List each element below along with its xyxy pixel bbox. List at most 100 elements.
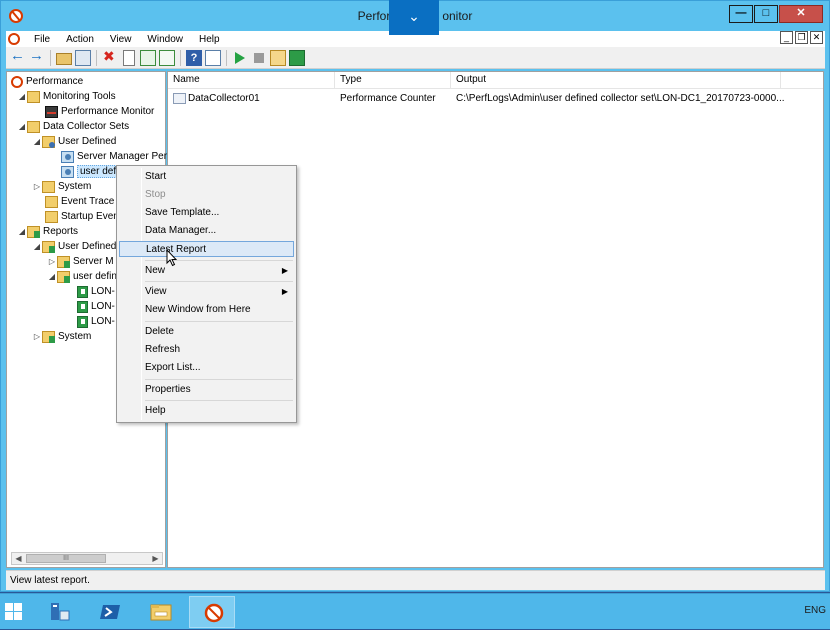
tree-item-report-lon-1[interactable]: LON-: [77, 284, 115, 299]
menu-item-help[interactable]: Help: [119, 403, 294, 419]
menu-item-refresh[interactable]: Refresh: [119, 342, 294, 358]
windows-logo-icon: [14, 612, 22, 620]
scroll-thumb[interactable]: III: [26, 554, 106, 563]
expander-icon[interactable]: ▷: [32, 332, 42, 341]
up-folder-icon[interactable]: [56, 52, 72, 65]
language-indicator[interactable]: ENG: [804, 605, 826, 616]
list-item[interactable]: DataCollector01 Performance Counter C:\P…: [168, 91, 821, 106]
menu-help[interactable]: Help: [191, 34, 228, 45]
taskbar-performance-monitor[interactable]: [189, 596, 235, 628]
scroll-right-icon[interactable]: ▶: [149, 553, 162, 564]
expander-icon[interactable]: ▷: [32, 182, 42, 191]
submenu-arrow-icon: ▶: [281, 287, 288, 296]
menu-item-stop: Stop: [145, 189, 166, 200]
tree-item-server-manager-perf[interactable]: Server Manager Per: [61, 149, 167, 164]
tree-item-performance-monitor[interactable]: Performance Monitor: [45, 104, 154, 119]
windows-logo-icon: [5, 612, 13, 620]
menu-item-properties[interactable]: Properties: [119, 382, 294, 398]
tree-item-reports-user-defined[interactable]: ◢ User Defined: [32, 239, 116, 254]
menu-item-delete[interactable]: Delete: [119, 324, 294, 340]
tree-item-label: User Defined: [58, 241, 117, 252]
start-button[interactable]: [0, 594, 32, 630]
column-header-output[interactable]: Output: [451, 72, 781, 89]
tree-item-data-collector-sets[interactable]: ◢ Data Collector Sets: [17, 119, 129, 134]
menu-item-save-template[interactable]: Save Template...: [119, 205, 294, 221]
maximize-button[interactable]: □: [754, 5, 778, 23]
menu-item-data-manager[interactable]: Data Manager...: [119, 223, 294, 239]
minimize-button[interactable]: —: [729, 5, 753, 23]
tree-item-reports-system[interactable]: ▷ System: [32, 329, 91, 344]
tree-item-report-lon-2[interactable]: LON-: [77, 299, 115, 314]
expander-icon[interactable]: ◢: [32, 242, 42, 251]
child-minimize-button[interactable]: _: [780, 31, 793, 44]
child-restore-button[interactable]: ❐: [795, 31, 808, 44]
menu-item-export-list[interactable]: Export List...: [119, 360, 294, 376]
expander-icon[interactable]: ▷: [47, 257, 57, 266]
cell-output: C:\PerfLogs\Admin\user defined collector…: [456, 93, 785, 104]
tree-item-label: System: [58, 331, 92, 342]
menu-window[interactable]: Window: [139, 34, 191, 45]
schedule-icon[interactable]: [270, 49, 286, 66]
expander-icon[interactable]: ◢: [17, 227, 27, 236]
menu-action[interactable]: Action: [58, 34, 102, 45]
folder-icon: [42, 180, 55, 193]
menu-item-view[interactable]: View ▶: [119, 284, 294, 300]
tree-item-event-trace-sessions[interactable]: Event Trace S: [45, 194, 124, 209]
tree-item-performance[interactable]: Performance: [11, 74, 83, 89]
show-hide-tree-icon[interactable]: [75, 49, 91, 66]
scroll-left-icon[interactable]: ◀: [12, 553, 25, 564]
menu-item-start[interactable]: Start: [119, 169, 294, 185]
menu-item-new-window[interactable]: New Window from Here: [119, 302, 294, 318]
latest-report-icon[interactable]: [289, 49, 305, 66]
back-arrow-icon[interactable]: [10, 47, 26, 66]
tree-item-user-defined[interactable]: ◢ User Defined: [32, 134, 116, 149]
expander-icon[interactable]: ◢: [47, 272, 57, 281]
tree-item-system[interactable]: ▷ System: [32, 179, 91, 194]
tree-item-reports-user-defined-set[interactable]: ◢ user defin: [47, 269, 117, 284]
toolbar-separator: [226, 49, 227, 66]
expander-icon[interactable]: ◢: [17, 122, 27, 131]
menu-item-latest-report[interactable]: Latest Report: [119, 241, 294, 257]
status-bar: View latest report.: [6, 570, 825, 590]
expander-icon[interactable]: ◢: [32, 137, 42, 146]
list-header: Name Type Output: [168, 72, 823, 89]
window-controls: — □ ✕: [729, 5, 823, 23]
tree-item-label: Reports: [43, 226, 79, 237]
properties-pane-icon[interactable]: [205, 49, 221, 66]
properties-icon[interactable]: [123, 49, 135, 66]
help-icon[interactable]: ?: [186, 49, 202, 66]
tree-horizontal-scrollbar[interactable]: ◀ III ▶: [11, 552, 163, 565]
report-icon: [77, 300, 88, 313]
tree-item-reports[interactable]: ◢ Reports: [17, 224, 78, 239]
overlay-chevron-button[interactable]: ⌄: [389, 0, 439, 35]
cell-type: Performance Counter: [340, 93, 436, 104]
tree-item-reports-server-manager[interactable]: ▷ Server M: [47, 254, 114, 269]
column-header-name[interactable]: Name: [168, 72, 335, 89]
export-list-icon[interactable]: [159, 49, 175, 66]
menu-view[interactable]: View: [102, 34, 140, 45]
tree-item-monitoring-tools[interactable]: ◢ Monitoring Tools: [17, 89, 116, 104]
tree-item-label: Data Collector Sets: [43, 121, 130, 132]
child-close-button[interactable]: ✕: [810, 31, 823, 44]
expander-icon[interactable]: ◢: [17, 92, 27, 101]
delete-icon[interactable]: [102, 48, 118, 66]
menu-separator: [145, 400, 293, 401]
tree-item-startup-event-trace[interactable]: Startup Even: [45, 209, 119, 224]
monitor-icon: [45, 105, 58, 118]
stop-icon[interactable]: [251, 50, 267, 66]
forward-arrow-icon[interactable]: [29, 47, 45, 66]
taskbar-powershell[interactable]: [86, 596, 132, 628]
refresh-icon[interactable]: [140, 49, 156, 66]
tree-item-user-defined-set[interactable]: user defi: [61, 164, 122, 179]
start-icon[interactable]: [232, 50, 248, 66]
tree-item-label: Startup Even: [61, 211, 119, 222]
taskbar-server-manager[interactable]: [36, 596, 82, 628]
menu-file[interactable]: File: [26, 34, 58, 45]
menu-item-new[interactable]: New ▶: [119, 263, 294, 279]
taskbar-file-explorer[interactable]: [137, 596, 183, 628]
tree-item-label: Monitoring Tools: [43, 91, 116, 102]
close-button[interactable]: ✕: [779, 5, 823, 23]
mmc-document-icon[interactable]: [8, 33, 20, 45]
tree-item-report-lon-3[interactable]: LON-: [77, 314, 115, 329]
column-header-type[interactable]: Type: [335, 72, 451, 89]
